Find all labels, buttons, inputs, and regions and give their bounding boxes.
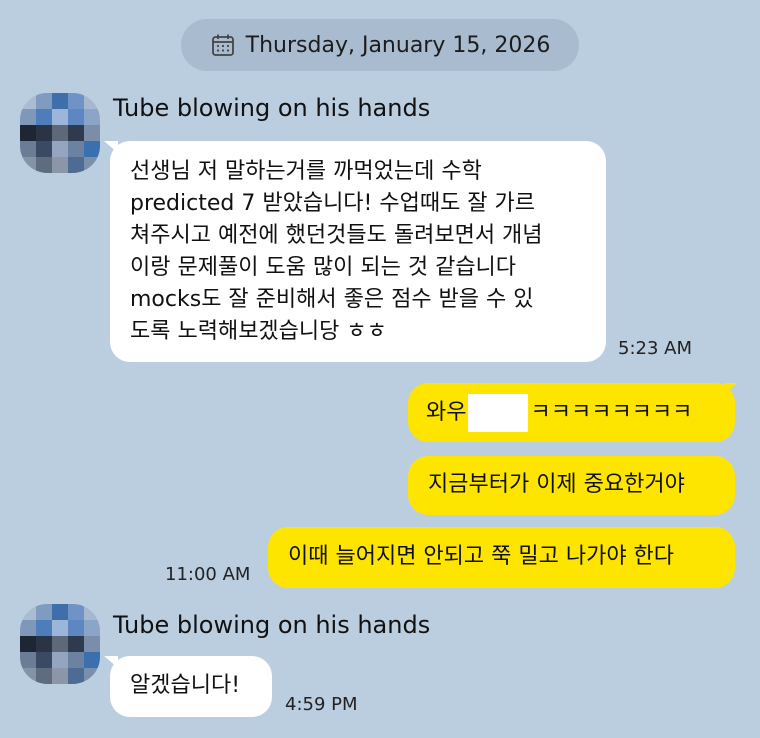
message-line: 쳐주시고 예전에 했던것들도 돌려보면서 개념 [130, 223, 543, 248]
message-line: predicted 7 받았습니다! 수업때도 잘 가르 [130, 191, 536, 216]
message-bubble[interactable]: 지금부터가 이제 중요한거야 [408, 456, 735, 515]
calendar-icon [211, 34, 234, 56]
message-bubble[interactable]: 알겠습니다! [110, 656, 272, 717]
message-bubble[interactable]: 이때 늘어지면 안되고 쭉 밀고 나가야 한다 [268, 527, 735, 588]
message-line: 도록 노력해보겠습니당 ㅎㅎ [130, 319, 387, 344]
message-line: 이랑 문제풀이 도움 많이 되는 것 같습니다 [130, 255, 517, 280]
avatar[interactable] [20, 604, 100, 684]
avatar[interactable] [20, 93, 100, 173]
message-text: 지금부터가 이제 중요한거야 [428, 472, 685, 497]
date-text: Thursday, January 15, 2026 [245, 32, 551, 58]
message-text: 알겠습니다! [130, 673, 241, 698]
message-text: 이때 늘어지면 안되고 쭉 밀고 나가야 한다 [288, 544, 675, 569]
message-bubble[interactable]: 선생님 저 말하는거를 까먹었는데 수학 predicted 7 받았습니다! … [110, 141, 606, 362]
message-text: 와우 [426, 399, 467, 425]
message-line: mocks도 잘 준비해서 좋은 점수 받을 수 있 [130, 287, 534, 312]
message-bubble[interactable]: 와우 ㅋㅋㅋㅋㅋㅋㅋㅋ [408, 383, 735, 442]
message-time: 11:00 AM [165, 564, 251, 585]
message-time: 5:23 AM [618, 338, 692, 359]
redacted-block [468, 393, 529, 432]
date-separator: Thursday, January 15, 2026 [181, 19, 579, 71]
message-text: ㅋㅋㅋㅋㅋㅋㅋㅋ [530, 399, 693, 425]
sender-name: Tube blowing on his hands [113, 94, 431, 122]
message-line: 선생님 저 말하는거를 까먹었는데 수학 [130, 159, 482, 184]
message-time: 4:59 PM [285, 694, 358, 715]
sender-name: Tube blowing on his hands [113, 611, 431, 639]
